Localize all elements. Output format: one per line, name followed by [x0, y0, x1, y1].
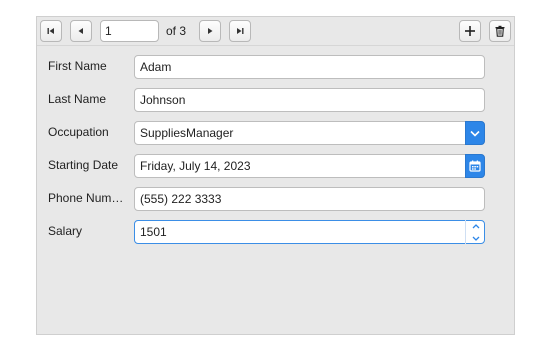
first-name-field[interactable]: Adam [134, 55, 485, 79]
data-form-panel: of 3 [36, 16, 515, 335]
salary-numeric-field[interactable]: 1501 [134, 220, 485, 244]
starting-date-value: Friday, July 14, 2023 [140, 159, 251, 173]
chevron-down-icon [470, 130, 480, 137]
occupation-dropdown[interactable]: SuppliesManager [134, 121, 485, 145]
occupation-value: SuppliesManager [140, 126, 234, 140]
previous-record-icon [78, 28, 83, 34]
salary-value: 1501 [140, 225, 167, 239]
occupation-dropdown-button[interactable] [465, 121, 485, 145]
first-record-icon [47, 28, 54, 34]
previous-record-button[interactable] [70, 20, 92, 42]
starting-date-picker[interactable]: Friday, July 14, 2023 [134, 154, 485, 178]
last-name-label: Last Name [48, 92, 107, 106]
trash-icon [495, 25, 505, 37]
last-name-value: Johnson [140, 93, 186, 107]
phone-number-label: Phone Num… [48, 191, 124, 205]
first-record-button[interactable] [40, 20, 62, 42]
first-name-value: Adam [140, 60, 172, 74]
starting-date-label: Starting Date [48, 158, 119, 172]
phone-number-field[interactable]: (555) 222 3333 [134, 187, 485, 211]
chevron-up-icon [472, 223, 479, 228]
calendar-button[interactable] [465, 154, 485, 178]
plus-icon [465, 26, 475, 36]
salary-spinner [465, 220, 485, 244]
record-position-input[interactable] [100, 20, 159, 42]
phone-number-value: (555) 222 3333 [140, 192, 222, 206]
next-record-icon [208, 28, 213, 34]
occupation-label: Occupation [48, 125, 109, 139]
chevron-down-icon [472, 236, 479, 241]
delete-record-button[interactable] [489, 20, 511, 42]
last-record-button[interactable] [229, 20, 251, 42]
calendar-icon [469, 160, 481, 172]
salary-label: Salary [48, 224, 83, 238]
last-name-field[interactable]: Johnson [134, 88, 485, 112]
next-record-button[interactable] [199, 20, 221, 42]
salary-increment-button[interactable] [466, 220, 485, 232]
salary-decrement-button[interactable] [466, 232, 485, 244]
first-name-label: First Name [48, 59, 107, 73]
add-record-button[interactable] [459, 20, 481, 42]
record-count-label: of 3 [166, 24, 187, 38]
last-record-icon [237, 28, 244, 34]
record-navigator-toolbar: of 3 [37, 17, 514, 46]
